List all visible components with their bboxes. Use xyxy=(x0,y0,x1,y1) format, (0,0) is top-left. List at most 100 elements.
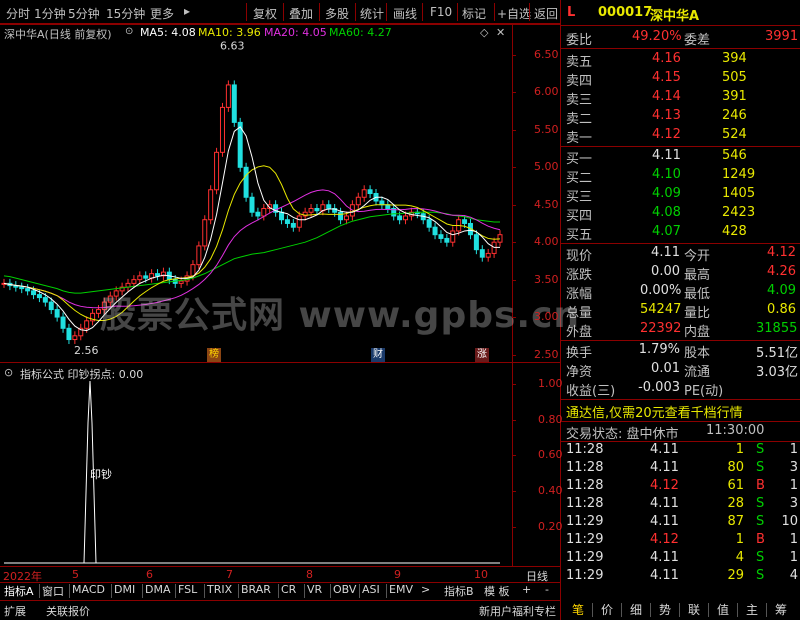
candle-body xyxy=(190,264,196,277)
indicator-tab[interactable]: DMI xyxy=(114,583,135,600)
indicator-tab[interactable]: MACD xyxy=(72,583,105,600)
more-arrow-icon[interactable]: ▸ xyxy=(184,4,190,18)
stat-label: 涨幅 xyxy=(566,287,593,302)
candle-body xyxy=(343,215,349,221)
indicator-tab[interactable]: TRIX xyxy=(207,583,232,600)
ma-config-icon[interactable]: ⊙ xyxy=(125,26,133,37)
price-tick-label: 4.00 xyxy=(534,235,559,249)
sell-price: 4.13 xyxy=(652,108,681,123)
time-label-jun: 6 xyxy=(146,568,153,581)
stat-value: 22392 xyxy=(640,321,682,336)
tab-divider xyxy=(39,584,40,598)
tick-volume: 1 xyxy=(735,532,744,547)
bottom-nav-tab[interactable]: 值 xyxy=(711,601,735,619)
bottom-nav-tab[interactable]: 细 xyxy=(624,601,648,619)
expand-button[interactable]: 扩展 xyxy=(4,603,26,619)
indicator-tab[interactable]: 窗口 xyxy=(42,583,64,600)
indicator-tab[interactable]: OBV xyxy=(333,583,356,600)
new-user-benefit-link[interactable]: 新用户福利专栏 xyxy=(479,603,556,619)
mark-button[interactable]: 标记 xyxy=(462,5,486,22)
period-more[interactable]: 更多 xyxy=(150,5,174,22)
stat-value: 4.12 xyxy=(767,245,796,260)
price-tick-mark xyxy=(512,129,516,131)
indicator-tab[interactable]: 指标A xyxy=(4,583,34,600)
period-tab-1min[interactable]: 1分钟 xyxy=(34,5,66,22)
marker-zhang[interactable]: 涨 xyxy=(475,348,489,362)
candle-body xyxy=(403,215,409,221)
candle-body xyxy=(255,211,261,217)
bottom-nav-tab[interactable]: 价 xyxy=(595,601,619,619)
candle-body xyxy=(249,196,255,213)
stat-label: 最高 xyxy=(684,268,711,283)
tick-volume: 80 xyxy=(727,460,744,475)
ma60-label: MA60: 4.27 xyxy=(329,26,392,39)
stat-label: 股本 xyxy=(684,346,711,361)
fuquan-button[interactable]: 复权 xyxy=(253,5,277,22)
indicator-tab[interactable]: BRAR xyxy=(241,583,271,600)
indicator-tab[interactable]: VR xyxy=(307,583,322,600)
indicator-tick-mark xyxy=(512,420,516,421)
time-label-may: 5 xyxy=(72,568,79,581)
indicator-tab[interactable]: FSL xyxy=(178,583,197,600)
marker-bang[interactable]: 榜 xyxy=(207,348,221,362)
f10-button[interactable]: F10 xyxy=(430,5,452,19)
price-tick-label: 3.50 xyxy=(534,272,559,286)
bottom-nav-tab[interactable]: 主 xyxy=(740,601,764,619)
related-quote-button[interactable]: 关联报价 xyxy=(46,603,90,619)
candle-body xyxy=(42,297,48,303)
bottom-nav-tab[interactable]: 笔 xyxy=(566,601,590,619)
buy-volume: 1249 xyxy=(722,167,756,182)
period-tab-15min[interactable]: 15分钟 xyxy=(106,5,145,22)
draw-line-button[interactable]: 画线 xyxy=(393,5,417,22)
marker-cai[interactable]: 财 xyxy=(371,348,385,362)
candle-body xyxy=(261,207,267,217)
stock-code: 000017 xyxy=(598,5,653,20)
watermark: 股票公式网 www.gpbs.cn xyxy=(100,295,581,336)
template-tab[interactable]: 模 板 xyxy=(484,583,510,600)
buy-volume: 1405 xyxy=(722,186,756,201)
period-tab-fenshi[interactable]: 分时 xyxy=(6,5,30,22)
zoom-out-button[interactable]: - xyxy=(545,583,549,600)
buy-level-label: 买二 xyxy=(566,171,593,186)
indicator-chart[interactable] xyxy=(0,363,512,565)
multi-stock-button[interactable]: 多股 xyxy=(325,5,349,22)
back-button[interactable]: 返回 xyxy=(534,5,558,22)
indicator-tab-b[interactable]: 指标B xyxy=(444,583,474,600)
buy-volume: 2423 xyxy=(722,205,756,220)
stat-label: 净资 xyxy=(566,365,593,380)
indicator-tab[interactable]: DMA xyxy=(145,583,171,600)
tab-divider xyxy=(238,584,239,598)
zoom-in-button[interactable]: + xyxy=(522,583,531,600)
tabs-more-arrow-icon[interactable]: > xyxy=(421,583,430,600)
tick-time: 11:28 xyxy=(566,496,604,511)
tick-side: S xyxy=(756,568,765,583)
indicator-tab[interactable]: CR xyxy=(281,583,296,600)
indicator-tab[interactable]: EMV xyxy=(389,583,413,600)
tick-volume: 29 xyxy=(727,568,744,583)
bottom-nav-tab[interactable]: 联 xyxy=(682,601,706,619)
bottom-nav-tab[interactable]: 势 xyxy=(653,601,677,619)
sell-level-label: 卖五 xyxy=(566,55,593,70)
stat-value: 4.09 xyxy=(767,283,796,298)
close-icon[interactable]: ✕ xyxy=(496,26,505,39)
buy-volume: 546 xyxy=(722,148,747,163)
tab-divider xyxy=(359,584,360,598)
stat-value: 4.11 xyxy=(651,245,680,260)
add-watchlist-button[interactable]: +自选 xyxy=(497,5,531,22)
indicator-tab[interactable]: ASI xyxy=(362,583,380,600)
buy-level-label: 买一 xyxy=(566,152,593,167)
overlay-button[interactable]: 叠加 xyxy=(289,5,313,22)
diamond-icon[interactable]: ◇ xyxy=(480,26,488,39)
tab-divider xyxy=(330,584,331,598)
candle-body xyxy=(367,189,373,195)
price-tick-mark xyxy=(512,167,516,169)
bottom-nav-tab[interactable]: 筹 xyxy=(769,601,793,619)
candle-body xyxy=(155,273,161,277)
ma10-label: MA10: 3.96 xyxy=(198,26,261,39)
period-tab-5min[interactable]: 5分钟 xyxy=(68,5,100,22)
sell-price: 4.12 xyxy=(652,127,681,142)
stat-value: 0.01 xyxy=(651,361,680,376)
candle-body xyxy=(143,275,149,279)
stats-button[interactable]: 统计 xyxy=(360,5,384,22)
time-label-jul: 7 xyxy=(226,568,233,581)
